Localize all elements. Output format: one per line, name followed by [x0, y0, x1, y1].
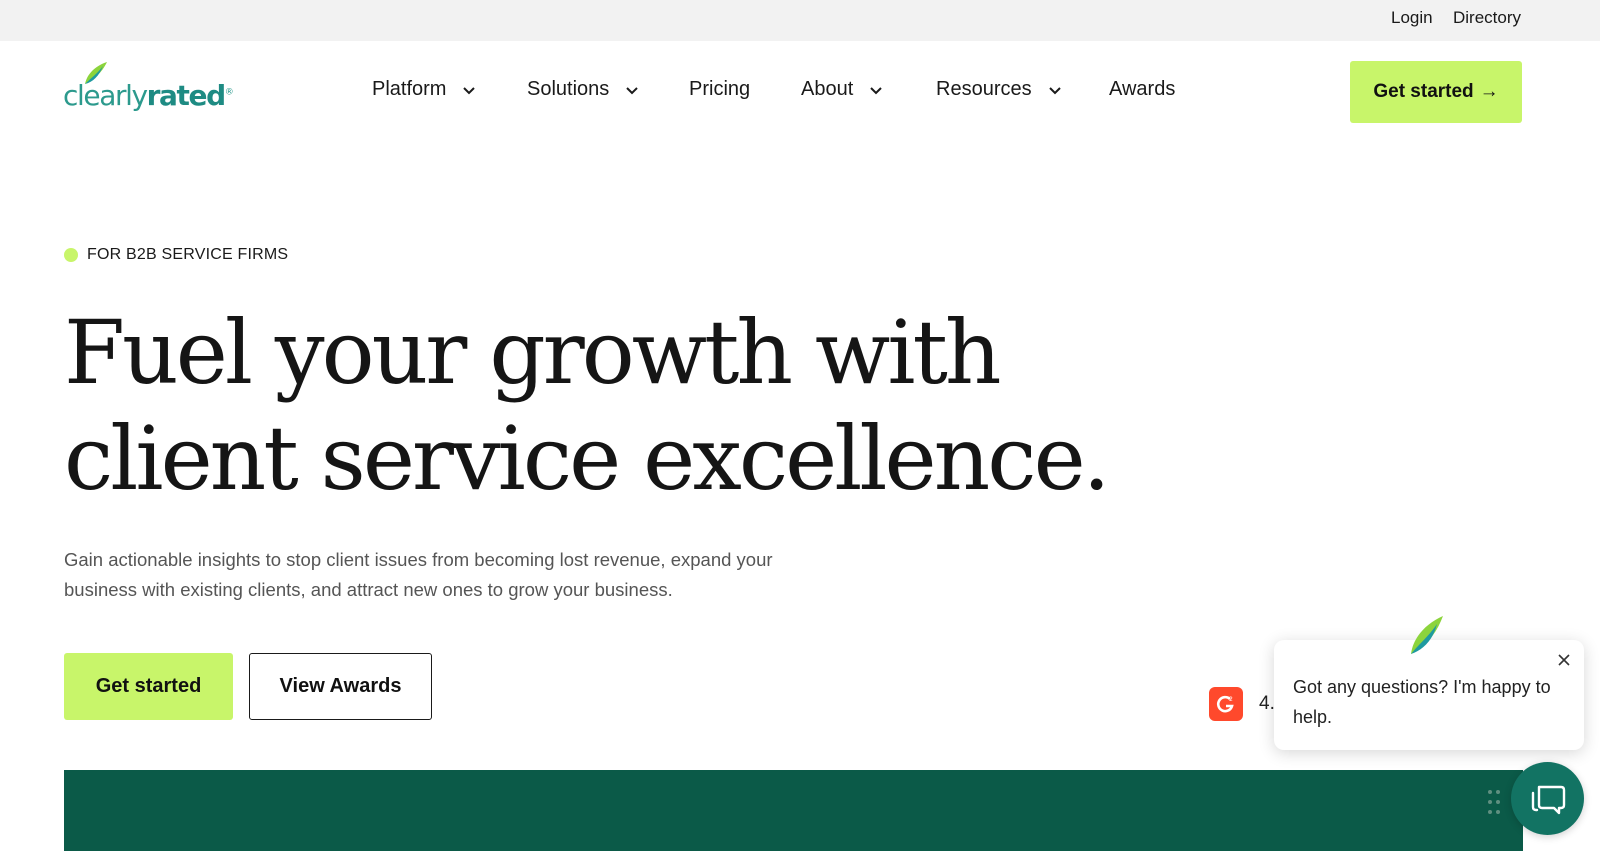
- headline-line-2: client service excellence.: [64, 407, 1111, 510]
- get-started-button[interactable]: Get started: [64, 653, 233, 720]
- chat-message: Got any questions? I'm happy to help.: [1293, 677, 1551, 727]
- svg-text:2: 2: [1229, 696, 1233, 703]
- eyebrow-text: FOR B2B SERVICE FIRMS: [87, 246, 289, 263]
- nav-item-pricing[interactable]: Pricing: [689, 78, 750, 101]
- nav-item-label: Platform: [372, 78, 447, 100]
- nav-item-solutions[interactable]: Solutions: [527, 78, 641, 101]
- header-cta-label: Get started: [1373, 81, 1474, 102]
- chevron-down-icon: [870, 86, 882, 94]
- header-get-started-button[interactable]: Get started →: [1350, 61, 1522, 123]
- logo-wordmark-bold: rated: [146, 79, 227, 112]
- chevron-down-icon: [626, 86, 638, 94]
- chevron-down-icon: [1048, 86, 1061, 94]
- directory-link[interactable]: Directory: [1453, 8, 1521, 28]
- chat-leaf-avatar-icon: [1411, 616, 1443, 654]
- view-awards-button[interactable]: View Awards: [249, 653, 432, 720]
- close-icon[interactable]: [1554, 650, 1574, 670]
- headline-line-1: Fuel your growth with: [64, 301, 1002, 404]
- g2-rating-score: 4.: [1259, 693, 1275, 714]
- drag-handle-icon[interactable]: [1486, 788, 1502, 816]
- registered-mark: ®: [224, 87, 234, 98]
- nav-item-platform[interactable]: Platform: [372, 78, 478, 101]
- dark-green-banner: [64, 770, 1523, 851]
- clearlyrated-logo[interactable]: clearlyrated®: [63, 60, 234, 120]
- g2-glyph-icon: 2: [1217, 695, 1234, 713]
- logo-wordmark: clearlyrated®: [63, 79, 234, 112]
- chevron-down-icon: [463, 86, 476, 94]
- nav-item-resources[interactable]: Resources: [936, 78, 1064, 101]
- login-link[interactable]: Login: [1391, 8, 1433, 28]
- nav-item-label: Resources: [936, 78, 1032, 100]
- nav-item-about[interactable]: About: [801, 78, 885, 101]
- hero-subtext: Gain actionable insights to stop client …: [64, 549, 773, 600]
- arrow-right-icon: →: [1479, 81, 1499, 102]
- nav-item-awards[interactable]: Awards: [1109, 78, 1175, 101]
- hero-headline: Fuel your growth with client service exc…: [64, 300, 1111, 512]
- logo-wordmark-light: clearly: [63, 79, 148, 112]
- nav-item-label: About: [801, 78, 854, 100]
- g2-logo-icon[interactable]: 2: [1209, 687, 1243, 721]
- eyebrow: FOR B2B SERVICE FIRMS: [64, 246, 288, 264]
- chat-bubbles-icon: [1531, 785, 1565, 814]
- nav-item-label: Awards: [1109, 78, 1176, 100]
- nav-item-label: Solutions: [527, 78, 610, 100]
- nav-item-label: Pricing: [689, 78, 751, 100]
- eyebrow-dot-icon: [64, 248, 78, 262]
- chat-launcher-button[interactable]: [1511, 762, 1584, 835]
- utility-bar: Login Directory: [0, 0, 1600, 41]
